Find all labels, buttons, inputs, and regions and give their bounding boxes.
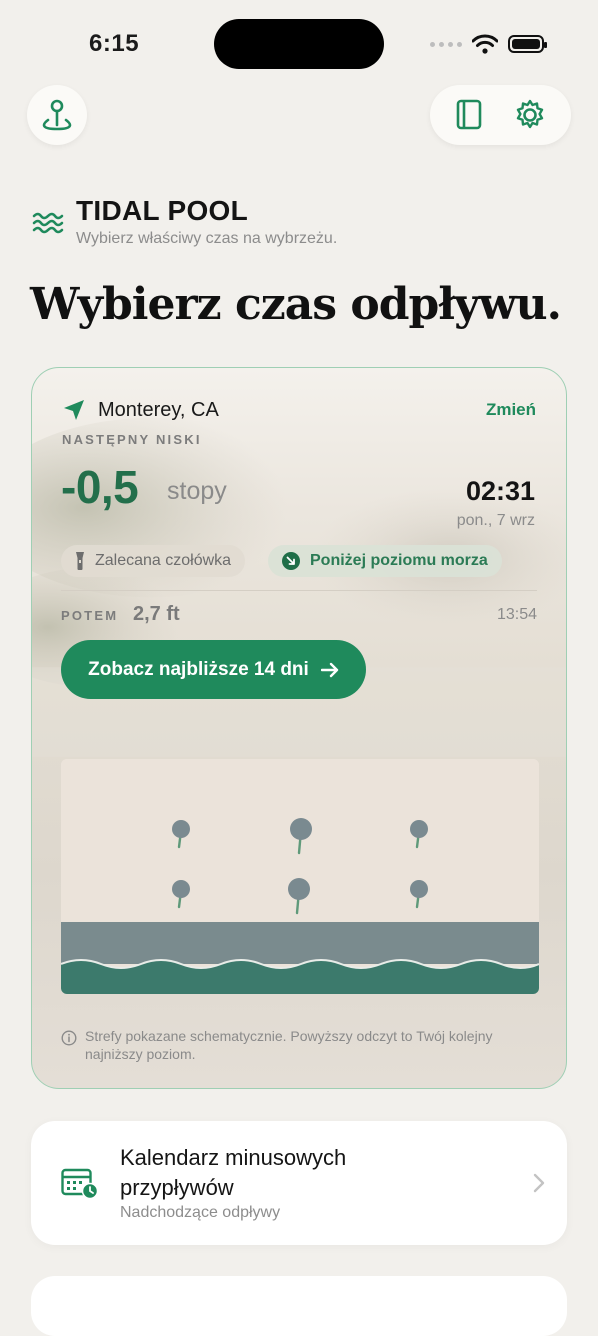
status-time: 6:15 bbox=[89, 30, 140, 57]
battery-icon bbox=[508, 35, 547, 53]
calendar-card-subtitle: Nadchodzące odpływy bbox=[120, 1204, 281, 1221]
schematic-note-text: Strefy pokazane schematycznie. Powyższy … bbox=[85, 1028, 493, 1062]
location-button[interactable] bbox=[27, 85, 87, 145]
cellular-signal-icon bbox=[430, 41, 462, 47]
view-14-days-label: Zobacz najbliższe 14 dni bbox=[88, 658, 309, 680]
minus-tide-calendar-card[interactable]: Kalendarz minusowych przypływów Nadchodz… bbox=[31, 1121, 567, 1245]
location-row: Monterey, CA Zmień bbox=[62, 398, 536, 422]
calendar-card-title: Kalendarz minusowych przypływów bbox=[120, 1145, 347, 1200]
tide-level-unit: stopy bbox=[167, 477, 227, 505]
schematic-note: Strefy pokazane schematycznie. Powyższy … bbox=[61, 1027, 526, 1063]
page-title: Wybierz czas odpływu. bbox=[30, 279, 562, 330]
tide-card: Monterey, CA Zmień NASTĘPNY NISKI -0,5 s… bbox=[31, 367, 567, 1089]
book-icon[interactable] bbox=[454, 98, 484, 132]
next-low-label: NASTĘPNY NISKI bbox=[62, 432, 202, 447]
card-divider bbox=[61, 590, 537, 591]
app-title: TIDAL POOL bbox=[76, 195, 249, 226]
low-tide-date: pon., 7 wrz bbox=[456, 512, 535, 529]
location-name: Monterey, CA bbox=[98, 398, 219, 421]
then-time: 13:54 bbox=[496, 606, 537, 623]
brand-header: TIDAL POOL Wybierz właściwy czas na wybr… bbox=[32, 196, 337, 248]
change-location-button[interactable]: Zmień bbox=[486, 400, 536, 420]
app-tagline: Wybierz właściwy czas na wybrzeżu. bbox=[76, 230, 338, 247]
then-label: POTEM bbox=[61, 608, 119, 623]
status-indicators bbox=[430, 34, 547, 54]
then-value: 2,7 ft bbox=[133, 603, 180, 625]
headlamp-chip: Zalecana czołówka bbox=[61, 545, 246, 577]
tide-zone-diagram bbox=[61, 759, 539, 994]
arrow-right-icon bbox=[320, 662, 339, 677]
tide-level-value: -0,5 bbox=[61, 461, 139, 513]
map-pin-icon bbox=[42, 99, 72, 131]
waves-icon bbox=[32, 212, 64, 234]
top-actions bbox=[430, 85, 571, 145]
info-icon bbox=[61, 1030, 77, 1046]
chevron-right-icon bbox=[533, 1173, 545, 1193]
arrow-down-right-icon bbox=[282, 552, 300, 570]
flashlight-icon bbox=[76, 552, 84, 570]
headlamp-chip-label: Zalecana czołówka bbox=[95, 552, 232, 569]
view-14-days-button[interactable]: Zobacz najbliższe 14 dni bbox=[61, 640, 366, 699]
low-tide-time: 02:31 bbox=[465, 476, 535, 506]
gear-icon[interactable] bbox=[513, 98, 547, 132]
below-sea-chip: Poniżej poziomu morza bbox=[268, 545, 502, 577]
below-sea-chip-label: Poniżej poziomu morza bbox=[310, 552, 488, 569]
dynamic-island bbox=[214, 19, 384, 69]
next-card-partial[interactable] bbox=[31, 1276, 567, 1336]
wifi-icon bbox=[472, 34, 498, 54]
calendar-clock-icon bbox=[61, 1168, 99, 1200]
location-arrow-icon bbox=[64, 400, 84, 420]
